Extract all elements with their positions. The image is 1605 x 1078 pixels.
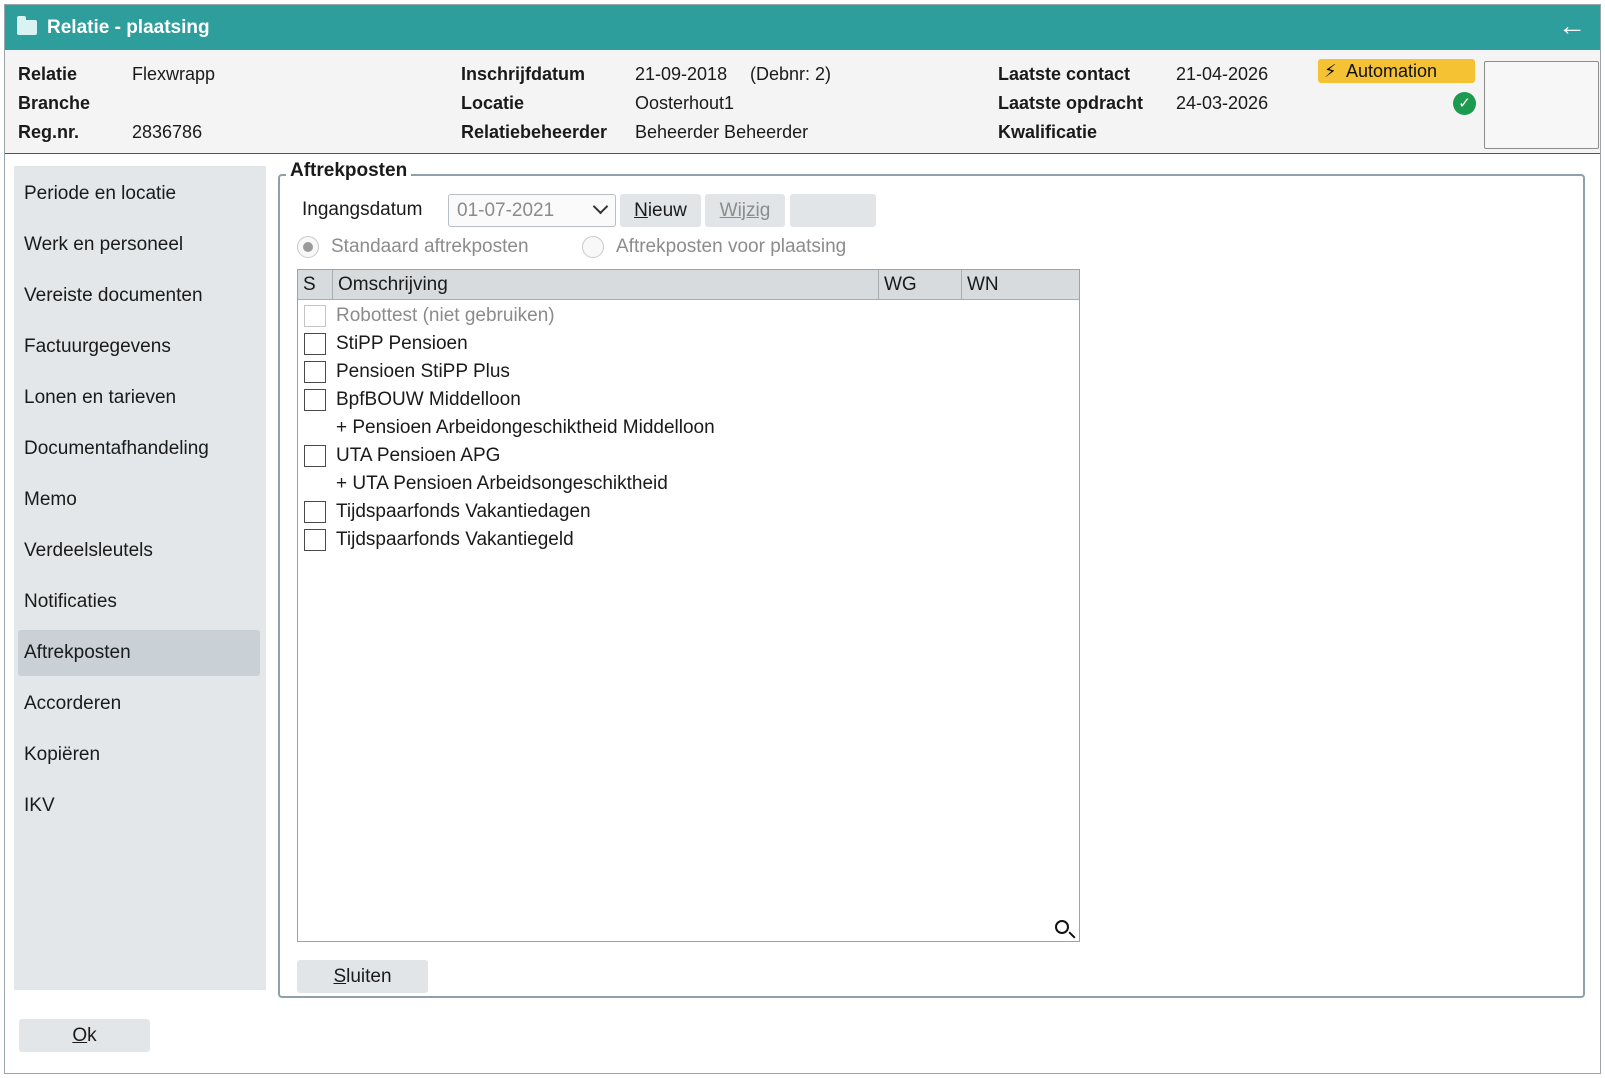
chevron-down-icon (592, 198, 609, 215)
row-checkbox[interactable] (304, 305, 326, 327)
sidebar-item-verdeelsleutels[interactable]: Verdeelsleutels (18, 528, 260, 574)
ingangsdatum-label: Ingangsdatum (302, 199, 423, 220)
relatie-label: Relatie (18, 64, 78, 84)
back-arrow-icon[interactable]: ← (1558, 11, 1586, 41)
sidebar-item-accorderen[interactable]: Accorderen (18, 681, 260, 727)
lightning-icon: ⚡ (1324, 61, 1337, 81)
row-omschrijving: Tijdspaarfonds Vakantiegeld (336, 529, 574, 550)
table-row[interactable]: StiPP Pensioen (298, 330, 1079, 358)
sidebar-item-kopieren[interactable]: Kopiëren (18, 732, 260, 778)
ingangsdatum-value: 01-07-2021 (457, 200, 555, 221)
sluiten-label: luiten (346, 966, 392, 987)
wijzig-button[interactable]: Wijzig (705, 194, 785, 227)
delete-button[interactable] (790, 194, 876, 227)
aftrekposten-table: S Omschrijving WG WN Robottest (niet geb… (297, 269, 1080, 942)
table-header: S Omschrijving WG WN (298, 270, 1079, 300)
table-row[interactable]: + Pensioen Arbeidongeschiktheid Middello… (298, 414, 1079, 442)
table-row[interactable]: Tijdspaarfonds Vakantiedagen (298, 498, 1079, 526)
window-title: Relatie - plaatsing (47, 17, 210, 38)
sidebar: Periode en locatie Werk en personeel Verei… (14, 166, 266, 990)
photo-placeholder[interactable] (1484, 61, 1599, 149)
row-omschrijving: Pensioen StiPP Plus (336, 361, 510, 382)
branche-label: Branche (18, 93, 91, 113)
ok-button[interactable]: Ok (19, 1019, 150, 1052)
regnr-label: Reg.nr. (18, 122, 80, 142)
row-omschrijving: StiPP Pensioen (336, 333, 468, 354)
kwalificatie-label: Kwalificatie (998, 122, 1098, 142)
row-checkbox[interactable] (304, 333, 326, 355)
row-omschrijving: BpfBOUW Middelloon (336, 389, 521, 410)
locatie-value: Oosterhout1 (635, 93, 735, 113)
automation-label: Automation (1346, 61, 1438, 81)
row-omschrijving: Robottest (niet gebruiken) (336, 305, 555, 326)
ingangsdatum-select[interactable]: 01-07-2021 (448, 194, 616, 227)
sidebar-item-lonen-en-tarieven[interactable]: Lonen en tarieven (18, 375, 260, 421)
laatste-opdracht-value: 24-03-2026 (1176, 93, 1269, 113)
laatste-contact-value: 21-04-2026 (1176, 64, 1269, 84)
automation-badge[interactable]: ⚡ Automation (1318, 59, 1475, 83)
ok-label: k (87, 1025, 97, 1046)
aftrekposten-legend: Aftrekposten (286, 160, 412, 182)
table-row[interactable]: UTA Pensioen APG (298, 442, 1079, 470)
sidebar-item-periode-en-locatie[interactable]: Periode en locatie (18, 171, 260, 217)
locatie-label: Locatie (461, 93, 525, 113)
row-checkbox[interactable] (304, 445, 326, 467)
nieuw-button[interactable]: Nieuw (620, 194, 701, 227)
debnr-value: (Debnr: 2) (750, 64, 832, 84)
row-checkbox[interactable] (304, 529, 326, 551)
sidebar-item-memo[interactable]: Memo (18, 477, 260, 523)
relation-header: Relatie Flexwrapp Branche Reg.nr. 283678… (5, 50, 1600, 154)
table-row[interactable]: Pensioen StiPP Plus (298, 358, 1079, 386)
table-row[interactable]: Tijdspaarfonds Vakantiegeld (298, 526, 1079, 554)
column-header-wn[interactable]: WN (962, 270, 1081, 300)
inschrijfdatum-value: 21-09-2018 (635, 64, 728, 84)
column-header-omschrijving[interactable]: Omschrijving (333, 270, 879, 300)
table-row[interactable]: BpfBOUW Middelloon (298, 386, 1079, 414)
sidebar-item-ikv[interactable]: IKV (18, 783, 260, 829)
sluiten-button[interactable]: Sluiten (297, 960, 428, 993)
sidebar-item-factuurgegevens[interactable]: Factuurgegevens (18, 324, 260, 370)
relatie-value: Flexwrapp (132, 64, 216, 84)
relatiebeheerder-value: Beheerder Beheerder (635, 122, 809, 142)
sidebar-item-notificaties[interactable]: Notificaties (18, 579, 260, 625)
folder-icon (17, 16, 37, 35)
sidebar-item-aftrekposten[interactable]: Aftrekposten (18, 630, 260, 676)
radio-plaatsing[interactable] (582, 236, 604, 258)
regnr-value: 2836786 (132, 122, 203, 142)
row-checkbox[interactable] (304, 501, 326, 523)
inschrijfdatum-label: Inschrijfdatum (461, 64, 586, 84)
title-bar: Relatie - plaatsing ← (5, 5, 1600, 50)
column-header-wg[interactable]: WG (879, 270, 962, 300)
relatiebeheerder-label: Relatiebeheerder (461, 122, 608, 142)
table-row[interactable]: + UTA Pensioen Arbeidsongeschiktheid (298, 470, 1079, 498)
row-omschrijving: + UTA Pensioen Arbeidsongeschiktheid (336, 473, 668, 494)
wijzig-label: Wijzig (719, 200, 771, 221)
row-omschrijving: UTA Pensioen APG (336, 445, 501, 466)
radio-standaard[interactable] (297, 236, 319, 258)
radio-standaard-label: Standaard aftrekposten (331, 236, 529, 257)
table-row[interactable]: Robottest (niet gebruiken) (298, 302, 1079, 330)
sidebar-item-documentafhandeling[interactable]: Documentafhandeling (18, 426, 260, 472)
column-header-s[interactable]: S (298, 270, 333, 300)
row-checkbox[interactable] (304, 361, 326, 383)
sidebar-item-werk-en-personeel[interactable]: Werk en personeel (18, 222, 260, 268)
sluiten-mnemonic: S (333, 966, 347, 987)
ok-mnemonic: O (72, 1025, 88, 1046)
row-omschrijving: Tijdspaarfonds Vakantiedagen (336, 501, 591, 522)
laatste-opdracht-label: Laatste opdracht (998, 93, 1144, 113)
status-check-icon: ✓ (1453, 92, 1476, 115)
search-icon[interactable] (1055, 920, 1069, 934)
laatste-contact-label: Laatste contact (998, 64, 1131, 84)
row-checkbox[interactable] (304, 389, 326, 411)
nieuw-mnemonic: N (634, 200, 648, 221)
nieuw-label: ieuw (647, 200, 687, 221)
row-omschrijving: + Pensioen Arbeidongeschiktheid Middello… (336, 417, 715, 438)
radio-plaatsing-label: Aftrekposten voor plaatsing (616, 236, 847, 257)
sidebar-item-vereiste-documenten[interactable]: Vereiste documenten (18, 273, 260, 319)
